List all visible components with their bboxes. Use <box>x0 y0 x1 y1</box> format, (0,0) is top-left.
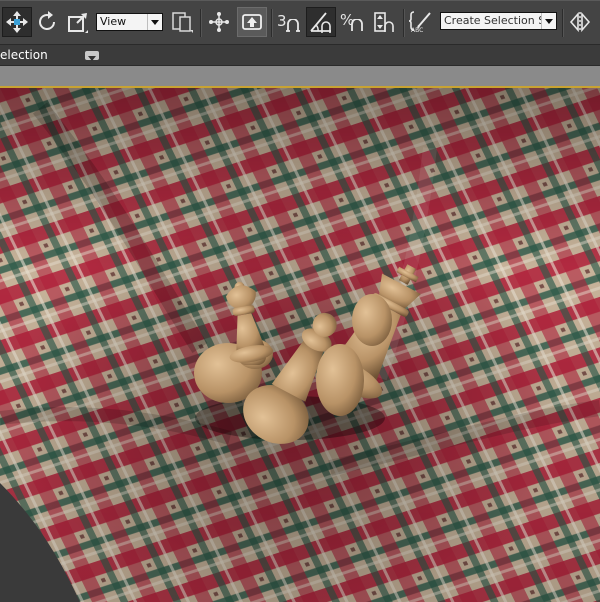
spinner-snap-icon <box>371 10 395 34</box>
viewport-scene <box>0 88 600 602</box>
named-selection-value: Create Selection Se <box>444 14 552 27</box>
ribbon-panel-strip <box>0 66 600 87</box>
ribbon-toggle-button[interactable] <box>85 51 99 61</box>
chevron-down-icon <box>541 13 556 29</box>
move-arrows-icon <box>5 10 29 34</box>
select-move-button[interactable] <box>2 7 32 37</box>
reference-coordinate-dropdown[interactable]: View <box>96 13 163 31</box>
rotate-icon <box>35 10 59 34</box>
perspective-viewport[interactable] <box>0 86 600 602</box>
reference-coordinate-value: View <box>100 15 127 28</box>
snap-3d-icon <box>286 19 300 33</box>
percent-snap-icon <box>350 19 364 33</box>
keyboard-icon <box>240 10 264 34</box>
keyboard-shortcut-override-button[interactable] <box>237 7 267 37</box>
percent-snap-toggle-button[interactable]: % <box>337 7 367 37</box>
select-scale-button[interactable] <box>63 7 93 37</box>
angle-snap-icon <box>308 9 334 35</box>
main-toolbar: View 3 % ABC Create Selection Se <box>0 0 600 45</box>
select-manipulate-button[interactable] <box>204 7 234 37</box>
pivot-center-button[interactable] <box>167 7 197 37</box>
scale-icon <box>66 10 90 34</box>
spinner-snap-toggle-button[interactable] <box>368 7 398 37</box>
chevron-down-icon <box>88 46 96 65</box>
mirror-button[interactable] <box>565 7 595 37</box>
chevron-down-icon <box>147 14 162 30</box>
manipulate-icon <box>207 10 231 34</box>
mirror-icon <box>568 10 592 34</box>
modeling-ribbon-bar: election <box>0 44 600 66</box>
abc-label: ABC <box>411 27 424 34</box>
ribbon-tab-label[interactable]: election <box>0 48 48 62</box>
snaps-toggle-button[interactable]: 3 <box>274 7 304 37</box>
pivot-icon <box>170 10 194 34</box>
edit-named-selection-sets-button[interactable]: ABC <box>406 7 436 37</box>
select-rotate-button[interactable] <box>32 7 62 37</box>
named-selection-sets-dropdown[interactable]: Create Selection Se <box>440 12 557 30</box>
angle-snap-toggle-button[interactable] <box>306 7 336 37</box>
